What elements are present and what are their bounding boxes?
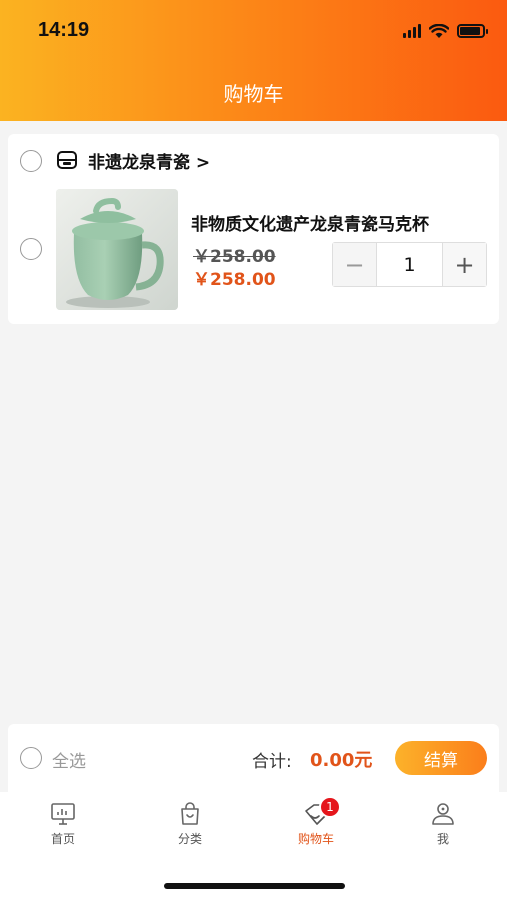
current-price: ￥258.00: [193, 270, 276, 290]
tab-home[interactable]: 首页: [23, 802, 103, 847]
decrement-button[interactable]: −: [333, 243, 376, 286]
page-title: 购物车: [223, 82, 284, 106]
store-card: 非遗龙泉青瓷 > 非物质文化遗产龙泉青瓷马克杯 ￥258.00 ￥258.00: [8, 134, 499, 324]
total-value: 0.00元: [310, 750, 373, 771]
status-time: 14:19: [38, 19, 90, 41]
checkout-bar: 全选 合计: 0.00元 结算: [8, 724, 499, 792]
store-header[interactable]: 非遗龙泉青瓷 >: [8, 134, 499, 186]
tab-label: 我: [436, 832, 449, 846]
item-select-radio[interactable]: [20, 238, 42, 260]
store-name[interactable]: 非遗龙泉青瓷 >: [88, 148, 210, 173]
signal-icon: [403, 24, 421, 38]
select-all-label[interactable]: 全选: [52, 747, 86, 772]
tab-label: 购物车: [297, 832, 334, 846]
product-image[interactable]: [56, 189, 178, 310]
monitor-icon: [51, 803, 75, 825]
store-select-radio[interactable]: [20, 150, 42, 172]
checkout-button[interactable]: 结算: [395, 741, 487, 775]
tab-label: 首页: [50, 832, 75, 846]
tab-cart[interactable]: 1 购物车: [276, 796, 356, 847]
select-all-radio[interactable]: [20, 747, 42, 769]
wifi-icon: [429, 23, 449, 38]
user-icon: [432, 803, 454, 825]
increment-button[interactable]: +: [443, 243, 486, 286]
total-label: 合计:: [252, 752, 292, 772]
shopping-bag-icon: [181, 802, 199, 825]
original-price: ￥258.00: [193, 247, 276, 267]
store-icon: [57, 151, 77, 169]
battery-icon: [457, 24, 488, 38]
status-bar: 14:19: [0, 0, 507, 60]
product-title[interactable]: 非物质文化遗产龙泉青瓷马克杯: [191, 210, 429, 235]
home-indicator: [164, 883, 345, 889]
tab-me[interactable]: 我: [403, 802, 483, 847]
status-icons: [403, 22, 488, 40]
quantity-value[interactable]: 1: [376, 243, 443, 286]
cart-badge: 1: [319, 796, 341, 818]
header: 14:19 购物车: [0, 0, 507, 121]
quantity-stepper: − 1 +: [332, 242, 487, 287]
tab-label: 分类: [177, 832, 202, 846]
tab-category[interactable]: 分类: [150, 802, 230, 847]
